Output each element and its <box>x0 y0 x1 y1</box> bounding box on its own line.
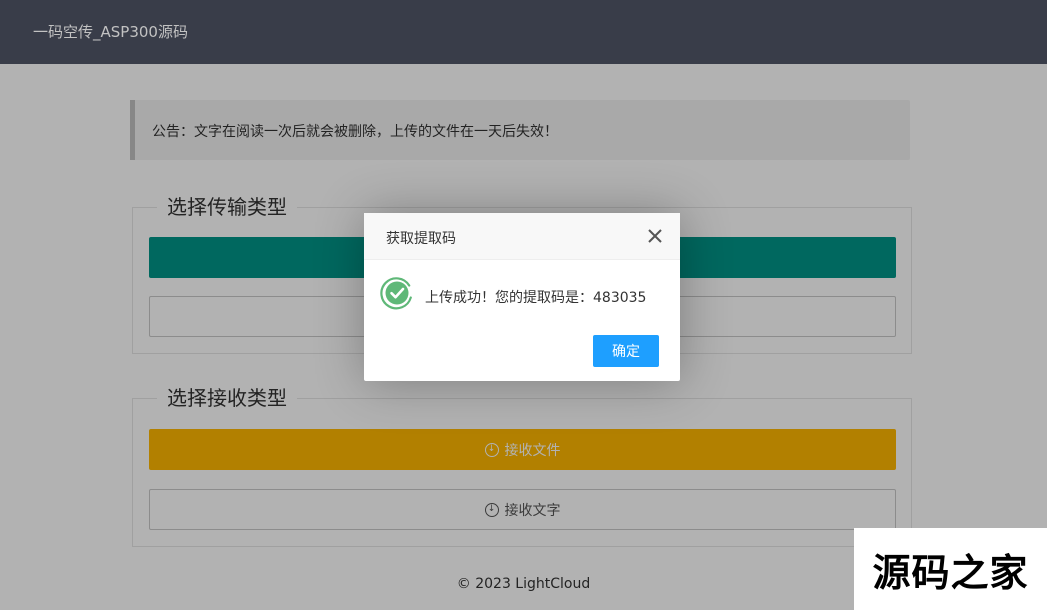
success-check-icon <box>380 277 412 310</box>
site-brand[interactable]: 一码空传_ASP300源码 <box>33 21 188 42</box>
dialog-message: 上传成功！您的提取码是：483035 <box>425 290 647 306</box>
dialog-body: 上传成功！您的提取码是：483035 <box>364 260 680 334</box>
watermark-text: 源码之家 <box>872 550 1029 595</box>
dialog-header: 获取提取码 <box>364 213 680 260</box>
extraction-code-dialog: 获取提取码 上传成功！您的提取码是：483035 确定 <box>364 213 680 381</box>
top-header: 一码空传_ASP300源码 <box>0 0 1047 64</box>
confirm-button[interactable]: 确定 <box>593 335 659 367</box>
watermark-logo: 源码之家 <box>854 528 1047 610</box>
close-icon[interactable] <box>646 227 664 245</box>
dialog-title: 获取提取码 <box>386 231 456 247</box>
